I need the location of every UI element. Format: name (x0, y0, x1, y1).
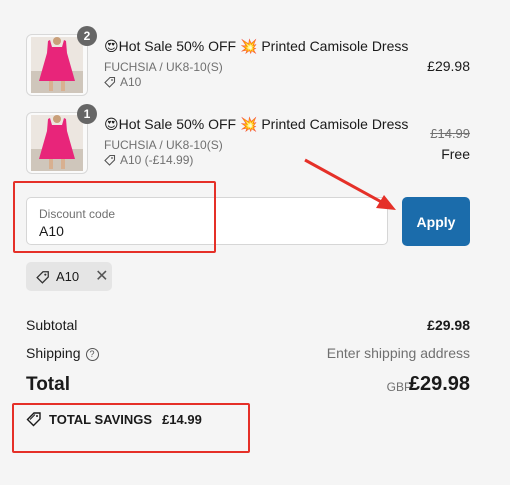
annotation-arrow-icon (304, 158, 396, 210)
